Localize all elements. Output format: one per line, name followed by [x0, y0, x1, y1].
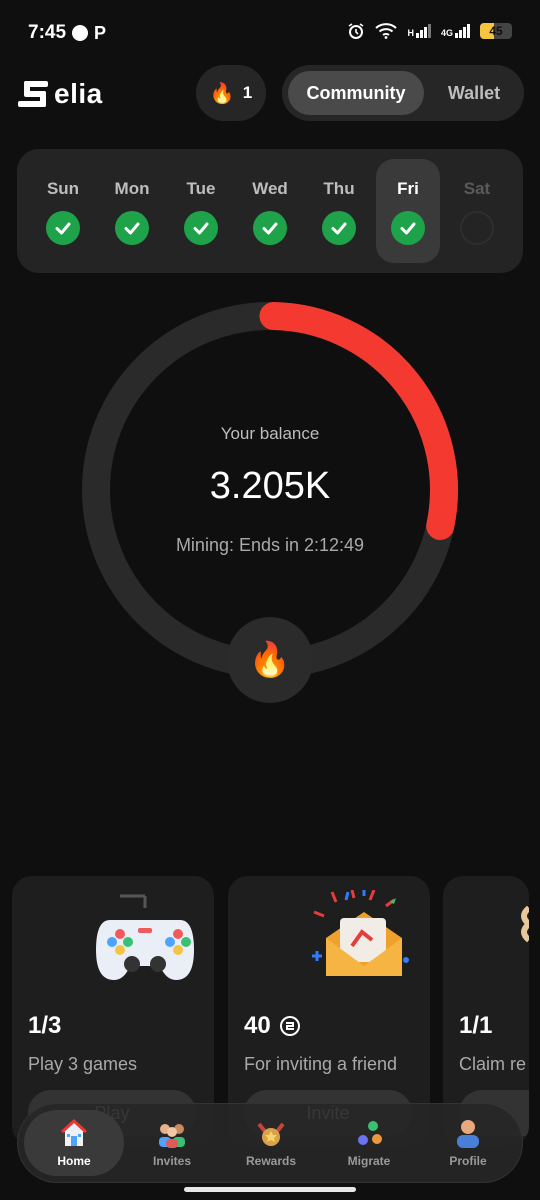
task-progress: 1/1	[459, 1012, 493, 1039]
day-label: Mon	[114, 179, 150, 198]
status-bar: 7:45 P H 4G 45	[0, 0, 540, 66]
task-reward: 40	[244, 1012, 301, 1040]
check-icon	[46, 211, 80, 245]
gamepad-icon	[96, 894, 194, 980]
streak-count: 1	[242, 83, 253, 102]
day-thu[interactable]: Thu	[307, 159, 371, 263]
status-icons: H 4G 45	[347, 22, 512, 40]
streak-button[interactable]: 🔥 1	[196, 65, 266, 121]
signal-a: H	[407, 24, 431, 38]
weekly-checkin: Sun Mon Tue Wed Thu Fri Sat	[17, 149, 523, 273]
nav-label: Migrate	[347, 1154, 391, 1168]
day-fri[interactable]: Fri	[376, 159, 440, 263]
home-icon	[60, 1118, 88, 1146]
check-icon	[115, 211, 149, 245]
check-icon	[253, 211, 287, 245]
day-wed[interactable]: Wed	[238, 159, 302, 263]
medal-icon	[257, 1122, 285, 1146]
day-sat[interactable]: Sat	[445, 159, 509, 263]
people-icon	[159, 1124, 185, 1148]
nav-migrate[interactable]: Migrate	[319, 1110, 419, 1176]
coins-icon	[358, 1121, 382, 1145]
app-notification-letter: P	[94, 22, 107, 43]
clock-text: 7:45	[28, 22, 67, 43]
tab-community[interactable]: Community	[288, 71, 424, 115]
check-icon	[184, 211, 218, 245]
brand-name: elia	[54, 78, 103, 109]
battery-percent: 45	[489, 24, 503, 38]
nav-label: Rewards	[245, 1154, 297, 1168]
day-label: Sun	[46, 179, 80, 198]
user-icon	[457, 1120, 479, 1148]
check-icon	[322, 211, 356, 245]
day-label: Fri	[397, 179, 419, 198]
reward-icon	[521, 906, 529, 943]
app-logo: elia	[18, 78, 103, 110]
coin-icon	[279, 1016, 300, 1036]
task-progress: 1/3	[28, 1012, 62, 1039]
day-label: Wed	[252, 179, 288, 198]
boost-button[interactable]: 🔥	[227, 617, 313, 703]
tab-wallet[interactable]: Wallet	[428, 71, 520, 115]
day-label: Tue	[186, 179, 216, 198]
empty-check-circle	[460, 211, 494, 245]
nav-label: Profile	[449, 1154, 487, 1168]
balance-value: 3.205K	[209, 465, 331, 507]
nav-rewards[interactable]: Rewards	[221, 1110, 321, 1176]
nav-invites[interactable]: Invites	[122, 1110, 222, 1176]
day-label: Sat	[463, 179, 491, 198]
nav-profile[interactable]: Profile	[418, 1110, 518, 1176]
wifi-icon	[375, 23, 398, 39]
status-time: 7:45 P	[28, 22, 106, 44]
task-description: Play 3 games	[28, 1054, 138, 1074]
home-indicator[interactable]	[184, 1187, 356, 1192]
battery-icon: 45	[480, 23, 512, 39]
balance-label: Your balance	[220, 424, 320, 443]
signal-b: 4G	[441, 24, 470, 38]
nav-home[interactable]: Home	[24, 1110, 124, 1176]
check-icon	[391, 211, 425, 245]
nav-label: Home	[57, 1154, 91, 1168]
bottom-navigation: Home Invites Rewards Migrate Profile	[17, 1103, 523, 1183]
logo-mark-icon	[18, 81, 48, 107]
day-mon[interactable]: Mon	[100, 159, 164, 263]
nav-label: Invites	[152, 1154, 191, 1168]
task-description: For inviting a friend	[244, 1054, 398, 1074]
task-description: Claim re	[459, 1054, 527, 1074]
fire-icon: 🔥	[209, 82, 235, 105]
reward-amount: 40	[244, 1012, 271, 1039]
fire-icon: 🔥	[248, 641, 292, 679]
day-tue[interactable]: Tue	[169, 159, 233, 263]
invite-envelope-icon	[312, 890, 409, 976]
view-toggle: Community Wallet	[282, 65, 524, 121]
day-label: Thu	[323, 179, 355, 198]
mining-timer: Mining: Ends in 2:12:49	[175, 535, 365, 555]
day-sun[interactable]: Sun	[31, 159, 95, 263]
alarm-icon	[349, 23, 364, 39]
notification-icon	[72, 25, 89, 41]
